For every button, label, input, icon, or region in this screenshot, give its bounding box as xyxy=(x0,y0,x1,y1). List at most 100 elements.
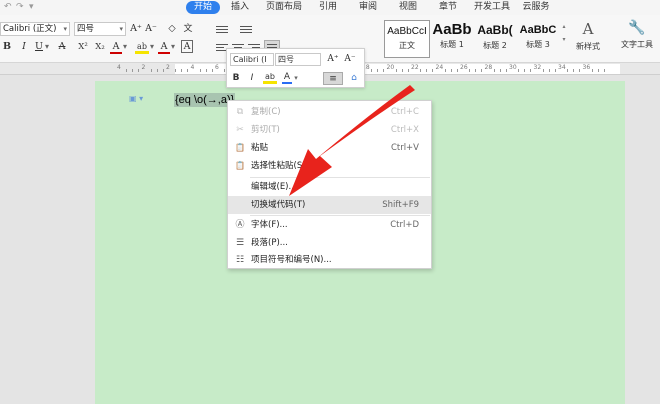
clear-format-icon[interactable]: ◇ xyxy=(166,22,178,36)
ruler-tick xyxy=(469,69,471,72)
chevron-down-icon[interactable]: ▾ xyxy=(44,40,50,54)
style-sample: AaBbC xyxy=(519,24,557,36)
mini-grow-font-button[interactable]: A⁺ xyxy=(326,53,340,66)
ruler-tick xyxy=(150,69,152,72)
highlight-button[interactable]: ab xyxy=(135,40,149,54)
grow-font-button[interactable]: A⁺ xyxy=(130,22,142,36)
chevron-down-icon[interactable]: ▾ xyxy=(149,40,155,54)
ruler-tick xyxy=(224,69,226,72)
font-icon: Ⓐ xyxy=(235,220,245,230)
style-normal[interactable]: AaBbCcI 正文 xyxy=(384,20,430,58)
ruler-tick xyxy=(432,69,434,72)
tab-references[interactable]: 引用 xyxy=(316,1,340,14)
format-painter-icon[interactable]: ⌂ xyxy=(348,72,360,85)
quick-access-more-icon[interactable]: ▾ xyxy=(29,2,34,12)
underline-button[interactable]: U xyxy=(34,40,44,54)
ruler-tick xyxy=(420,69,422,72)
ruler-tick xyxy=(481,69,483,72)
mini-italic-button[interactable]: I xyxy=(247,72,257,85)
font-effect-button[interactable]: A xyxy=(110,40,122,54)
chevron-down-icon[interactable]: ▾ xyxy=(122,40,128,54)
pinyin-button[interactable]: 文 xyxy=(182,22,194,36)
menu-item-label: 切换域代码(T) xyxy=(251,200,306,210)
menu-item-label: 粘贴 xyxy=(251,143,269,153)
mini-bold-button[interactable]: B xyxy=(231,72,241,85)
ruler-tick xyxy=(493,69,495,72)
tab-page-layout[interactable]: 页面布局 xyxy=(266,1,302,14)
italic-button[interactable]: I xyxy=(19,40,29,54)
strikethrough-button[interactable]: A xyxy=(56,40,68,54)
tab-view[interactable]: 视图 xyxy=(396,1,420,14)
mini-align-button[interactable]: ≡ xyxy=(323,72,343,85)
menu-item-font[interactable]: Ⓐ 字体(F)... Ctrl+D xyxy=(228,216,431,234)
mini-highlight-button[interactable]: ab xyxy=(263,72,277,84)
ruler-tick xyxy=(554,69,556,72)
redo-icon[interactable]: ↷ xyxy=(16,2,24,12)
mini-font-name-value: Calibri (I xyxy=(233,55,267,64)
tab-sections[interactable]: 章节 xyxy=(436,1,460,14)
tab-review[interactable]: 审阅 xyxy=(356,1,380,14)
ruler-tick xyxy=(597,69,599,72)
bold-button[interactable]: B xyxy=(2,40,12,54)
ruler-tick xyxy=(505,69,507,72)
chevron-down-icon[interactable]: ▾ xyxy=(293,72,299,85)
style-heading-1[interactable]: AaBb 标题 1 xyxy=(431,20,473,58)
menu-item-paste-special[interactable]: 📋 选择性粘贴(S)... xyxy=(228,157,431,175)
styles-scroll[interactable]: ▴ ▾ xyxy=(560,20,568,58)
new-style-button[interactable]: A 新样式 xyxy=(571,20,605,58)
menu-item-paste[interactable]: 📋 粘贴 Ctrl+V xyxy=(228,139,431,157)
chevron-down-icon: ▾ xyxy=(119,25,123,33)
text-tools-button[interactable]: 🔧 文字工具 xyxy=(614,20,660,58)
menu-item-shortcut: Ctrl+V xyxy=(390,143,419,153)
tab-home[interactable]: 开始 xyxy=(186,1,220,14)
menu-item-label: 段落(P)... xyxy=(251,238,288,248)
style-heading-2[interactable]: AaBb( 标题 2 xyxy=(474,20,516,58)
chevron-down-icon[interactable]: ▾ xyxy=(170,40,176,54)
tab-insert[interactable]: 插入 xyxy=(228,1,252,14)
mini-shrink-font-button[interactable]: A⁻ xyxy=(343,53,357,66)
menu-item-paragraph[interactable]: ☰ 段落(P)... xyxy=(228,234,431,252)
ruler-tick xyxy=(518,69,520,72)
ruler-tick xyxy=(211,69,213,72)
paragraph-marker-icon[interactable]: ▣ ▾ xyxy=(129,94,143,103)
ruler-tick xyxy=(156,69,158,72)
menu-item-toggle-field-codes[interactable]: 切换域代码(T) Shift+F9 xyxy=(228,196,431,214)
tab-cloud[interactable]: 云服务 xyxy=(522,1,550,14)
numbering-icon[interactable] xyxy=(240,24,252,34)
char-border-button[interactable]: A xyxy=(181,40,193,53)
menu-item-edit-field[interactable]: 编辑域(E)... xyxy=(228,178,431,196)
ruler-number: 4 xyxy=(190,64,195,71)
ruler-tick xyxy=(573,69,575,72)
bullets-icon[interactable] xyxy=(216,24,228,34)
tab-developer[interactable]: 开发工具 xyxy=(474,1,510,14)
ruler-tick xyxy=(187,69,189,72)
ruler-number: 4 xyxy=(117,64,121,71)
ruler-tick xyxy=(205,69,207,72)
menu-item-copy[interactable]: ⧉ 复制(C) Ctrl+C xyxy=(228,103,431,121)
bullets-icon: ☷ xyxy=(235,255,245,265)
menu-item-shortcut: Ctrl+X xyxy=(390,125,419,135)
ruler-number: 28 xyxy=(484,64,493,71)
font-size-value: 四号 xyxy=(77,24,95,34)
shrink-font-button[interactable]: A⁻ xyxy=(145,22,157,36)
style-heading-3[interactable]: AaBbC 标题 3 xyxy=(517,20,559,58)
new-style-icon: A xyxy=(582,20,594,38)
mini-font-color-button[interactable]: A xyxy=(282,72,292,84)
subscript-button[interactable]: X₂ xyxy=(93,40,107,54)
menu-item-bullets-numbering[interactable]: ☷ 项目符号和编号(N)... xyxy=(228,251,431,269)
paste-icon: 📋 xyxy=(235,143,245,152)
mini-font-name-select[interactable]: Calibri (I xyxy=(230,53,274,66)
ruler-tick xyxy=(450,69,452,72)
ruler-tick xyxy=(199,69,201,72)
ruler-tick xyxy=(162,69,164,72)
font-size-select[interactable]: 四号 ▾ xyxy=(74,22,126,36)
menu-item-cut[interactable]: ✂ 剪切(T) Ctrl+X xyxy=(228,121,431,139)
ruler-number: 32 xyxy=(533,64,542,71)
mini-font-size-select[interactable]: 四号 xyxy=(275,53,321,66)
mini-font-size-value: 四号 xyxy=(278,55,294,64)
undo-icon[interactable]: ↶ xyxy=(4,2,12,12)
font-color-button[interactable]: A xyxy=(158,40,170,54)
ruler-tick xyxy=(548,69,550,72)
superscript-button[interactable]: X² xyxy=(76,40,90,54)
font-name-select[interactable]: Calibri (正文) ▾ xyxy=(0,22,70,36)
